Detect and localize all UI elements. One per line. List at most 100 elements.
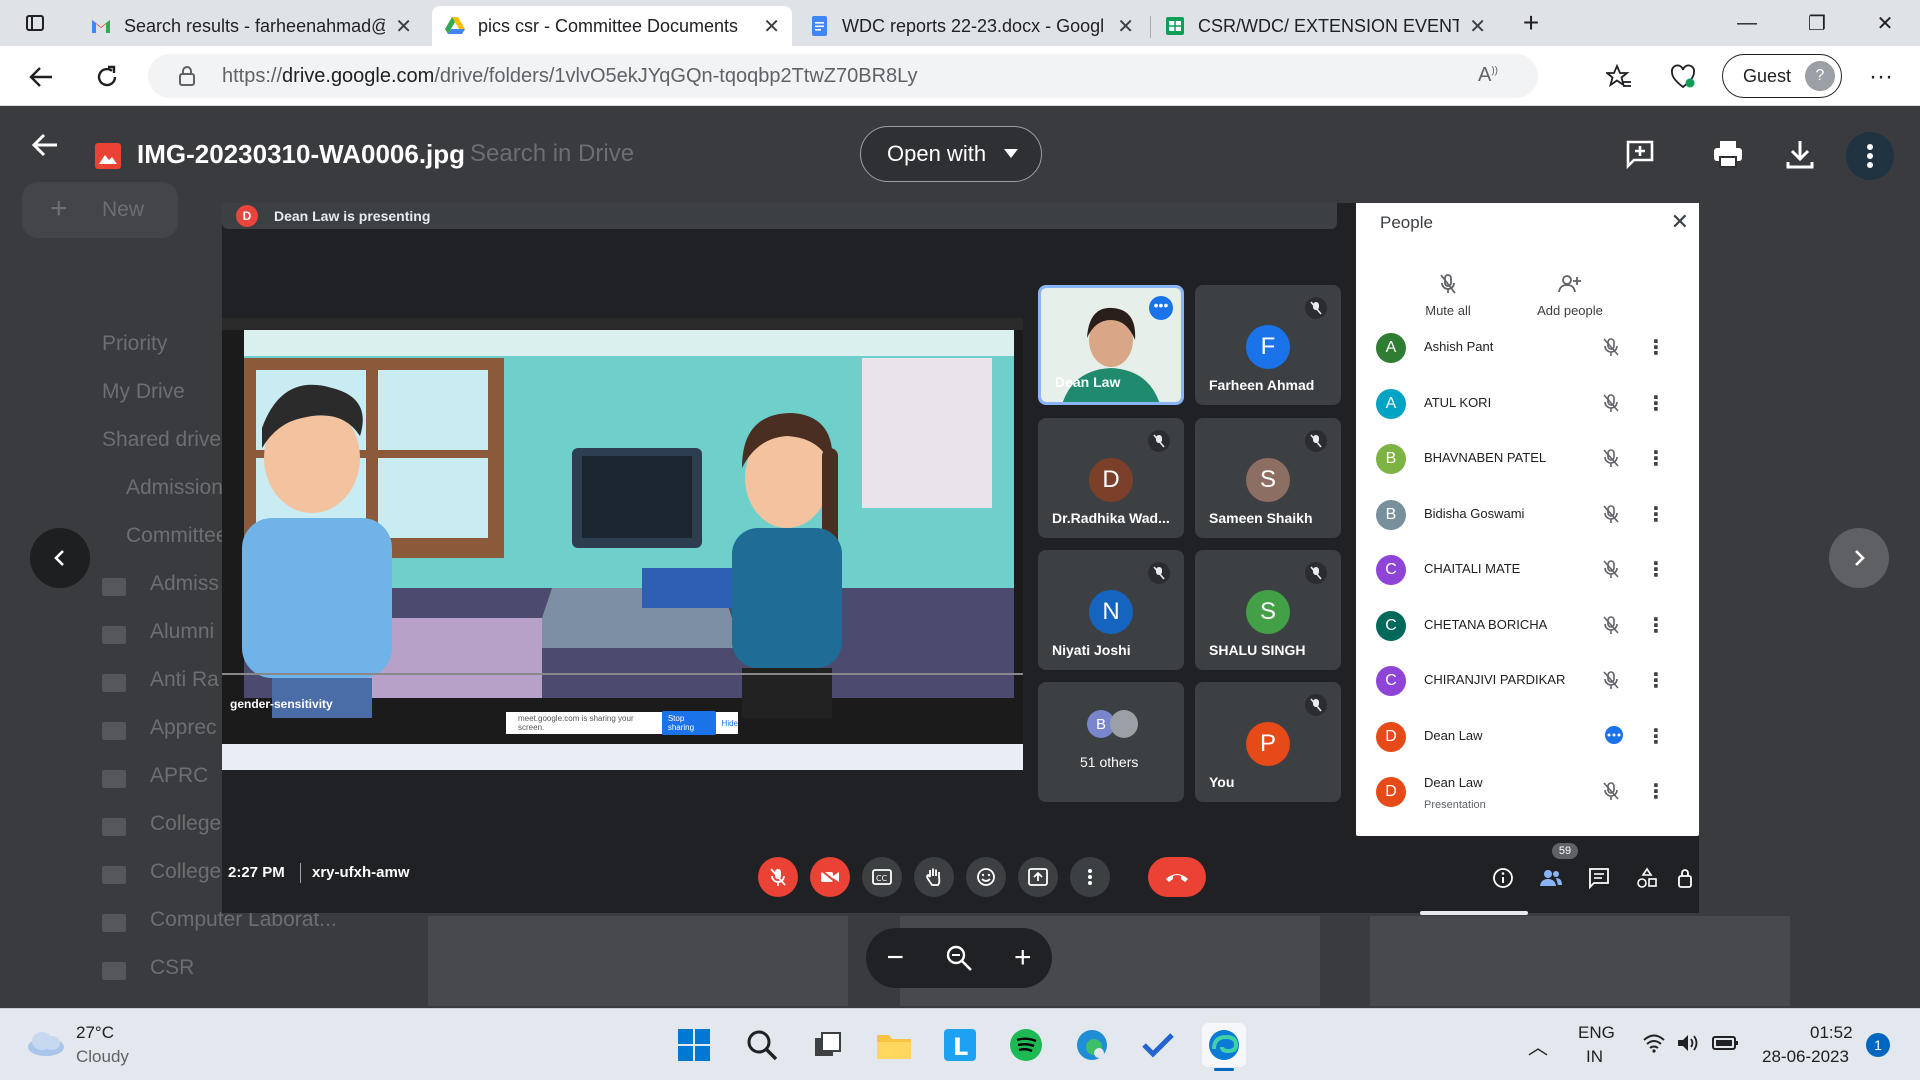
tab-sheets[interactable]: CSR/WDC/ EXTENSION EVENTS ✕: [1152, 6, 1498, 46]
participant-avatar: P: [1246, 722, 1290, 766]
print-icon[interactable]: [1706, 132, 1750, 176]
image-file-icon: [95, 143, 121, 169]
captions-icon: CC: [872, 869, 892, 885]
mute-all-button: Mute all: [1408, 273, 1488, 318]
reload-icon[interactable]: [88, 58, 126, 96]
host-controls-icon: [1670, 863, 1700, 893]
participant-row: D Dean Law Presentation ⋮: [1376, 769, 1686, 813]
video-caption: gender-sensitivity: [230, 697, 333, 711]
close-icon[interactable]: ✕: [763, 14, 780, 39]
profile-button[interactable]: Guest ?: [1722, 54, 1842, 98]
docs-icon: [812, 16, 827, 36]
folder-item: CSR: [150, 956, 195, 979]
participant-name: Farheen Ahmad: [1209, 377, 1315, 393]
close-icon[interactable]: ✕: [1469, 14, 1486, 39]
close-icon[interactable]: ✕: [395, 14, 412, 39]
tab-docs[interactable]: WDC reports 22-23.docx - Googl ✕: [796, 6, 1146, 46]
activities-icon: [1632, 863, 1662, 893]
file-explorer-icon[interactable]: [872, 1023, 916, 1067]
spotify-icon[interactable]: [1004, 1023, 1048, 1067]
mic-off-icon: [1305, 430, 1327, 452]
participant-avatar: B: [1376, 499, 1406, 530]
url-host: drive.google.com: [282, 64, 435, 87]
participant-tile: S Sameen Shaikh: [1195, 418, 1341, 538]
participant-name: You: [1209, 774, 1235, 790]
todo-icon[interactable]: [1136, 1023, 1180, 1067]
url-input[interactable]: https://drive.google.com/drive/folders/1…: [148, 54, 1538, 98]
close-icon[interactable]: ✕: [1117, 14, 1134, 39]
tab-actions-icon[interactable]: [10, 8, 60, 38]
url-path: /drive/folders/1vlvO5ekJYqGQn-tqoqbp2Ttw…: [434, 64, 918, 87]
browser-essentials-icon[interactable]: [1664, 58, 1702, 96]
participant-avatar: B: [1376, 444, 1406, 474]
next-file-button[interactable]: [1829, 528, 1889, 588]
mic-off-icon: [1602, 559, 1620, 584]
more-vert-icon: ⋮: [1646, 559, 1666, 581]
system-clock[interactable]: 01:52: [1810, 1023, 1853, 1043]
participant-avatar: S: [1246, 458, 1290, 502]
zoom-out-icon[interactable]: −: [886, 941, 904, 975]
presenter-avatar: D: [236, 205, 258, 227]
add-comment-icon[interactable]: [1618, 132, 1662, 176]
windows-start-icon[interactable]: [672, 1023, 716, 1067]
shared-taskbar: [222, 744, 1023, 770]
mic-off-icon: [770, 868, 786, 886]
participant-avatar: A: [1376, 333, 1406, 363]
more-icon: •••: [1149, 296, 1173, 320]
system-date[interactable]: 28-06-2023: [1762, 1047, 1849, 1067]
close-window-icon[interactable]: ✕: [1860, 8, 1910, 38]
search-icon[interactable]: [740, 1023, 784, 1067]
chevron-up-icon[interactable]: ︿: [1528, 1031, 1548, 1060]
sharing-text: meet.google.com is sharing your screen.: [518, 714, 634, 732]
zoom-reset-icon[interactable]: [945, 944, 973, 972]
notification-badge[interactable]: 1: [1866, 1033, 1890, 1057]
participant-tile: N Niyati Joshi: [1038, 550, 1184, 670]
browser-tab-bar: Search results - farheenahmad@ ✕ pics cs…: [0, 0, 1920, 46]
participant-tile: S SHALU SINGH: [1195, 550, 1341, 670]
file-name: IMG-20230310-WA0006.jpg: [137, 139, 466, 169]
app-l-icon[interactable]: L: [938, 1023, 982, 1067]
svg-text:L: L: [953, 1033, 968, 1061]
task-view-icon[interactable]: [806, 1023, 850, 1067]
more-icon: [1602, 725, 1626, 749]
back-arrow-icon[interactable]: [30, 130, 60, 169]
nav-shared-drives: Shared drives: [102, 428, 232, 451]
people-panel: People ✕ Mute all Add people A Ashish Pan…: [1356, 203, 1699, 836]
wifi-icon[interactable]: [1642, 1033, 1666, 1053]
folder-item: Committee: [126, 524, 228, 547]
read-aloud-icon[interactable]: A)): [1478, 64, 1498, 87]
battery-icon[interactable]: [1712, 1033, 1740, 1053]
settings-more-icon[interactable]: ···: [1862, 58, 1900, 96]
edge-profile-icon[interactable]: [1070, 1023, 1114, 1067]
lock-icon[interactable]: [178, 66, 196, 86]
new-tab-icon[interactable]: +: [1506, 7, 1556, 38]
language-region[interactable]: IN: [1586, 1047, 1603, 1067]
minimize-icon[interactable]: —: [1722, 8, 1772, 38]
more-vert-icon: ⋮: [1646, 614, 1666, 637]
participant-avatar: D: [1089, 458, 1133, 502]
weather-temperature[interactable]: 27°C: [76, 1023, 114, 1043]
tab-drive[interactable]: pics csr - Committee Documents ✕: [432, 6, 792, 46]
back-icon[interactable]: [22, 58, 60, 96]
more-options-button: [1070, 857, 1110, 897]
participant-avatar: A: [1376, 388, 1406, 419]
folder-icon: [102, 722, 126, 740]
favorites-icon[interactable]: [1600, 58, 1638, 96]
edge-browser-icon[interactable]: [1202, 1023, 1246, 1071]
cloudy-weather-icon[interactable]: [24, 1029, 66, 1059]
restore-icon[interactable]: ❐: [1792, 8, 1842, 38]
chat-icon: [1584, 863, 1614, 893]
download-icon[interactable]: [1778, 132, 1822, 176]
weather-description[interactable]: Cloudy: [76, 1047, 129, 1067]
zoom-in-icon[interactable]: +: [1014, 941, 1032, 975]
folder-item: Admiss: [150, 572, 219, 595]
language-indicator[interactable]: ENG: [1578, 1023, 1615, 1043]
open-with-button[interactable]: Open with: [860, 126, 1042, 182]
more-options-icon[interactable]: [1846, 132, 1894, 180]
camera-off-button: [810, 857, 850, 897]
previous-file-button[interactable]: [30, 528, 90, 588]
profile-label: Guest: [1743, 65, 1792, 86]
participant-subtitle: Presentation: [1424, 799, 1486, 811]
tab-gmail[interactable]: Search results - farheenahmad@ ✕: [78, 6, 424, 46]
volume-icon[interactable]: [1676, 1033, 1700, 1053]
